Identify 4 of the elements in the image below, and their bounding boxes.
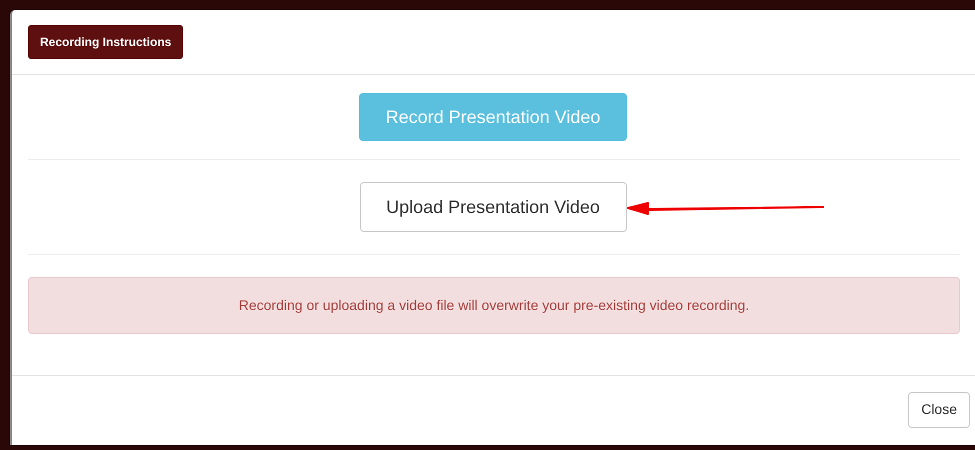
recording-instructions-button[interactable]: Recording Instructions [28,25,184,59]
warning-alert: Recording or uploading a video file will overwrite your pre-existing video recording. [28,277,960,334]
upload-video-button[interactable]: Upload Presentation Video [360,182,626,232]
close-button[interactable]: Close [908,392,970,428]
